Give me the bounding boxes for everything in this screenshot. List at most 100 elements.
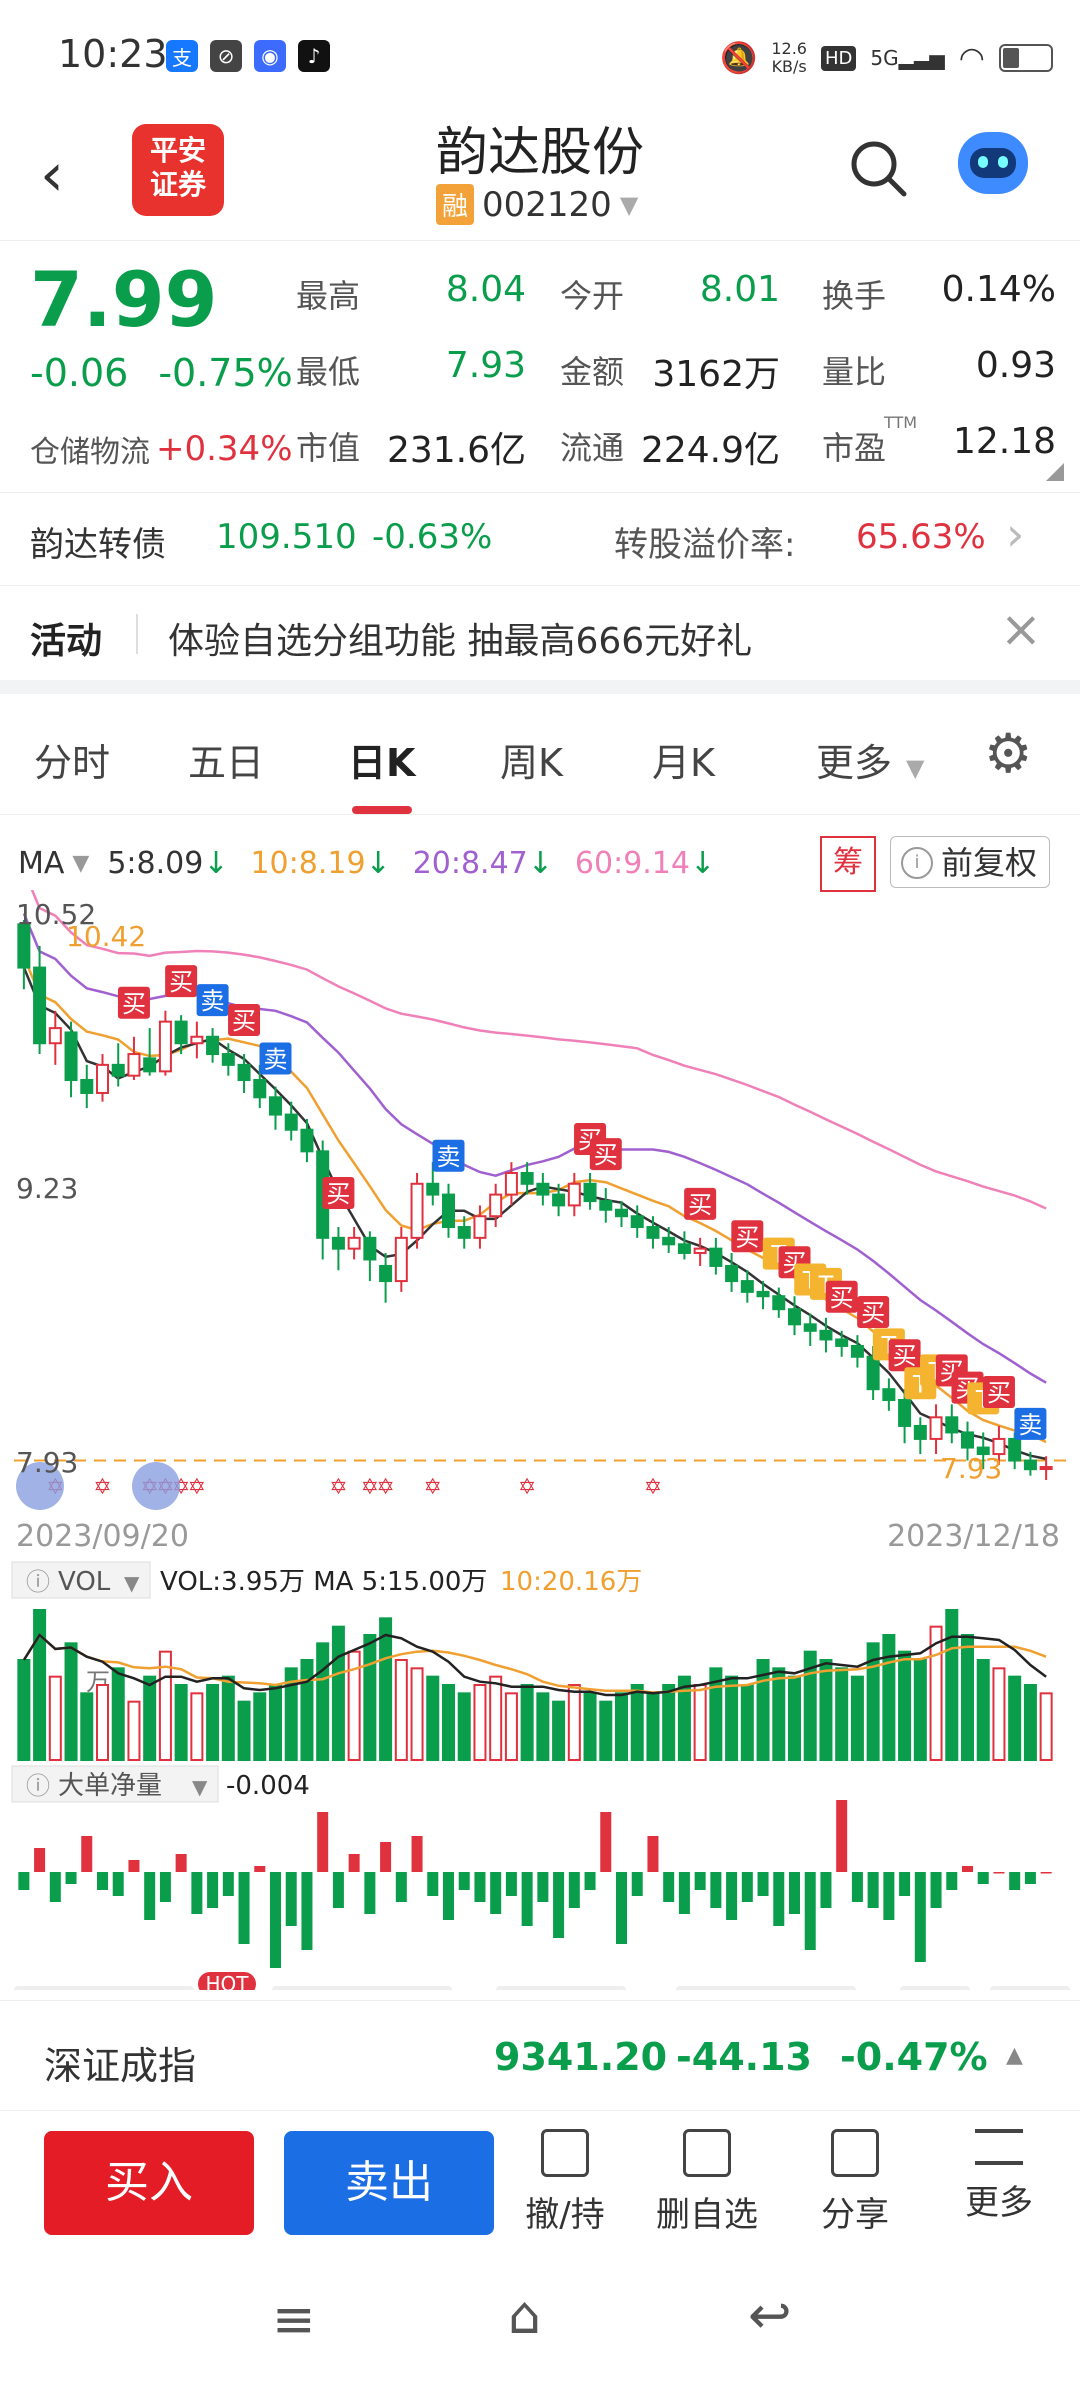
candle-body xyxy=(1039,1466,1053,1471)
dadan-bar xyxy=(49,1872,61,1902)
trade-marker-label: 卖 xyxy=(1018,1411,1042,1439)
volume-bar xyxy=(740,1684,754,1761)
candle-body xyxy=(677,1243,691,1254)
sell-button[interactable]: 卖出 xyxy=(284,2131,494,2235)
volume-bar xyxy=(960,1634,975,1761)
cancel-hold-label: 撤/持 xyxy=(525,2195,605,2235)
index-percent: -0.47% xyxy=(840,2035,988,2079)
dadan-bar xyxy=(364,1872,376,1914)
volume-bar xyxy=(662,1684,676,1761)
chip-distribution-button[interactable]: 筹 xyxy=(820,836,876,892)
premium-label: 转股溢价率: xyxy=(614,525,796,565)
share-button[interactable]: 分享 xyxy=(800,2129,910,2236)
back-icon[interactable]: ‹ xyxy=(40,140,100,210)
trade-marker-label: 买 xyxy=(232,1007,256,1035)
candle-body xyxy=(33,966,47,1045)
convertible-bond-row[interactable]: 韵达转债 109.510 -0.63% 转股溢价率: 65.63% › xyxy=(0,492,1080,586)
back-nav-icon[interactable]: ↩ xyxy=(748,2286,792,2346)
share-icon xyxy=(831,2129,879,2177)
dadan-bar xyxy=(568,1872,580,1908)
tab-monthly-k[interactable]: 月K xyxy=(652,732,715,787)
home-nav-icon[interactable]: ⌂ xyxy=(508,2286,541,2346)
tiktok-icon: ♪ xyxy=(298,40,330,72)
chevron-down-icon[interactable]: ▼ xyxy=(72,851,89,876)
dadan-bar xyxy=(301,1872,313,1950)
index-value: 9341.20 xyxy=(494,2035,668,2079)
tab-wuri[interactable]: 五日 xyxy=(188,732,264,787)
buy-button[interactable]: 买入 xyxy=(44,2131,254,2235)
candle-body xyxy=(80,1079,94,1094)
ma-label[interactable]: MA xyxy=(18,846,64,881)
dadan-bar xyxy=(411,1836,423,1872)
dadan-bar xyxy=(285,1872,297,1926)
candles xyxy=(17,920,1053,1480)
volume-bar xyxy=(945,1609,959,1761)
volume-bar xyxy=(693,1684,707,1761)
candle-body xyxy=(709,1247,723,1267)
dadan-bar xyxy=(207,1872,219,1908)
quote-label: 流通 xyxy=(560,429,625,467)
volume-bar xyxy=(206,1684,220,1761)
volume-bar xyxy=(143,1675,157,1762)
dadan-bar xyxy=(757,1872,769,1896)
quote-label: 今开 xyxy=(560,277,625,315)
volume-bar xyxy=(316,1642,330,1761)
dadan-bar xyxy=(914,1872,926,1962)
adjust-price-button[interactable]: i 前复权 xyxy=(890,836,1050,888)
chevron-up-icon[interactable]: ▲ xyxy=(1006,2043,1023,2068)
signal-star-icon: ✡ xyxy=(376,1475,394,1500)
candle-body xyxy=(111,1063,125,1077)
index-ticker[interactable]: 深证成指 9341.20 -44.13 -0.47% ▲ xyxy=(0,2000,1080,2111)
dadan-bar xyxy=(726,1872,738,1920)
cancel-hold-button[interactable]: 撤/持 xyxy=(510,2129,620,2236)
menu-nav-icon[interactable]: ≡ xyxy=(272,2290,316,2350)
robot-assistant-icon[interactable] xyxy=(958,132,1028,194)
volume-bar xyxy=(567,1684,581,1761)
tab-more[interactable]: 更多 ▼ xyxy=(816,732,924,787)
volume-bar xyxy=(772,1667,786,1761)
close-icon[interactable]: × xyxy=(1000,600,1042,658)
kline-chart[interactable]: 买买卖买卖买卖买买买买T买TT买买T买TT买买T买卖✡✡✡✡✡✡✡✡✡✡✡✡ 1… xyxy=(0,890,1080,1990)
mute-icon: 🔕 xyxy=(720,40,758,76)
dadan-bar xyxy=(269,1872,282,1968)
activity-banner[interactable]: 活动 体验自选分组功能 抽最高666元好礼 × xyxy=(0,584,1080,680)
stock-code-selector[interactable]: 融 002120 ▼ xyxy=(436,184,638,225)
dadan-bar xyxy=(505,1872,517,1896)
volume-bar xyxy=(410,1667,424,1761)
candle-body xyxy=(850,1344,864,1358)
logo-text-top: 平安 xyxy=(149,134,206,167)
broker-logo[interactable]: 平安 证券 xyxy=(132,124,224,216)
dadan-bar xyxy=(96,1872,109,1890)
tab-weekly-k[interactable]: 周K xyxy=(500,732,563,787)
search-icon[interactable] xyxy=(848,138,908,198)
active-tab-indicator xyxy=(352,806,412,814)
candle-body xyxy=(174,1020,188,1045)
system-nav-bar: ≡ ⌂ ↩ xyxy=(0,2260,1080,2388)
candle-body xyxy=(520,1171,534,1185)
candle-body xyxy=(143,1057,157,1073)
volume-bar xyxy=(835,1667,849,1761)
remove-watchlist-button[interactable]: 删自选 xyxy=(652,2129,762,2236)
tab-daily-k[interactable]: 日K xyxy=(348,732,415,787)
margin-badge: 融 xyxy=(436,184,475,225)
sector-row[interactable]: 仓储物流 +0.34% xyxy=(30,427,293,471)
dadan-bar xyxy=(159,1872,171,1902)
trade-marker-label: 卖 xyxy=(437,1143,461,1171)
dadan-bar xyxy=(867,1872,879,1908)
volume-panel: ⓘ VOL ▼ VOL:3.95万 MA 5:15.00万 10:20.16万万 xyxy=(11,1561,1053,1762)
more-menu-button[interactable]: 更多 xyxy=(944,2129,1054,2224)
dadan-bar xyxy=(317,1812,329,1872)
ma-item: 20:8.47↓ xyxy=(413,846,553,881)
volume-bar xyxy=(976,1659,990,1761)
candle-body xyxy=(913,1424,927,1440)
volume-bar xyxy=(552,1700,566,1762)
volume-bar xyxy=(379,1617,393,1761)
dadan-bar xyxy=(144,1872,156,1920)
dadan-bar xyxy=(254,1866,266,1872)
ma-items: 5:8.09↓ 10:8.19↓ 20:8.47↓ 60:9.14↓ xyxy=(107,846,715,881)
volume-bar xyxy=(583,1692,597,1761)
trade-marker-label: 买 xyxy=(735,1223,759,1251)
tab-fenshi[interactable]: 分时 xyxy=(34,732,110,787)
settings-gear-icon[interactable]: ⚙ xyxy=(984,722,1032,785)
candle-body xyxy=(567,1182,581,1207)
